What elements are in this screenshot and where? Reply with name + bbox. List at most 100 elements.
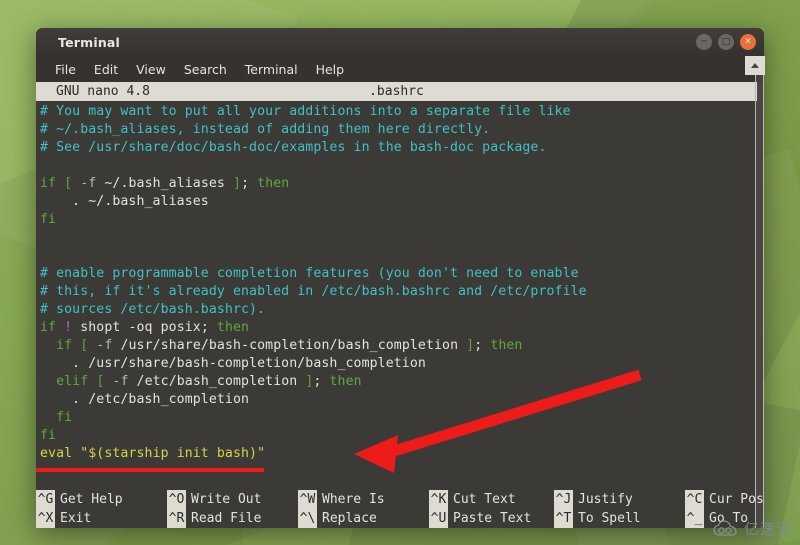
close-icon: ✕ bbox=[744, 36, 752, 47]
shortcut-row-2: ^X Exit ^R Read File ^\ Replace ^U Paste Text ^T… bbox=[36, 509, 757, 528]
code-token: # this, if it's already enabled in /etc/… bbox=[40, 284, 587, 299]
shortcut-item[interactable]: ^U Paste Text bbox=[429, 509, 554, 528]
code-token: "$(starship init bash)" bbox=[80, 446, 266, 461]
code-token: if bbox=[40, 176, 57, 191]
shortcut-label: Justify bbox=[578, 492, 633, 507]
code-token: if bbox=[40, 320, 57, 335]
code-token: /etc/bash_completion bbox=[128, 374, 306, 389]
window-titlebar[interactable]: Terminal ─ □ ✕ bbox=[36, 28, 764, 56]
close-button[interactable]: ✕ bbox=[740, 34, 756, 50]
code-token: . /usr/share/bash-completion/bash_comple… bbox=[40, 356, 426, 371]
window-controls: ─ □ ✕ bbox=[696, 34, 756, 50]
shortcut-label: Read File bbox=[191, 511, 262, 526]
minimize-icon: ─ bbox=[701, 36, 707, 47]
shortcut-label: Replace bbox=[322, 511, 377, 526]
editor-line: fi bbox=[36, 211, 764, 229]
code-token: fi bbox=[40, 212, 57, 227]
shortcut-item[interactable]: ^O Write Out bbox=[167, 490, 298, 509]
menu-item-edit[interactable]: Edit bbox=[85, 59, 127, 80]
code-token: then bbox=[329, 374, 362, 389]
editor-line: # See /usr/share/doc/bash-doc/examples i… bbox=[36, 139, 764, 157]
code-token: -f bbox=[96, 338, 113, 353]
code-token: ~/.bash_aliases bbox=[96, 176, 234, 191]
menu-item-help[interactable]: Help bbox=[307, 59, 354, 80]
shortcut-item[interactable]: ^\ Replace bbox=[298, 509, 429, 528]
editor-line: if ! shopt -oq posix; then bbox=[36, 319, 764, 337]
shortcut-item[interactable]: ^W Where Is bbox=[298, 490, 429, 509]
shortcut-item[interactable]: ^T To Spell bbox=[554, 509, 685, 528]
shortcut-key: ^J bbox=[554, 490, 573, 509]
code-token: # You may want to put all your additions… bbox=[40, 104, 571, 119]
minimize-button[interactable]: ─ bbox=[696, 34, 712, 50]
shortcut-label: To Spell bbox=[578, 511, 641, 526]
code-token: . ~/.bash_aliases bbox=[40, 194, 209, 209]
shortcut-item[interactable]: ^J Justify bbox=[554, 490, 685, 509]
editor-line: . ~/.bash_aliases bbox=[36, 193, 764, 211]
code-token: # enable programmable completion feature… bbox=[40, 266, 579, 281]
code-token: fi bbox=[56, 410, 73, 425]
code-token: # See /usr/share/doc/bash-doc/examples i… bbox=[40, 140, 547, 155]
menu-bar: File Edit View Search Terminal Help bbox=[36, 56, 764, 82]
code-token: . /etc/bash_completion bbox=[40, 392, 250, 407]
code-token: fi bbox=[40, 428, 57, 443]
shortcut-item[interactable]: ^X Exit bbox=[36, 509, 167, 528]
code-token: ] bbox=[466, 338, 475, 353]
editor-line: elif [ -f /etc/bash_completion ]; then bbox=[36, 373, 764, 391]
code-token: shopt -oq posix; bbox=[72, 320, 217, 335]
menu-item-view[interactable]: View bbox=[127, 59, 175, 80]
editor-line: fi bbox=[36, 409, 764, 427]
cloud-icon bbox=[713, 519, 737, 536]
shortcut-label: Cut Text bbox=[453, 492, 516, 507]
code-token: then bbox=[490, 338, 523, 353]
code-token: then bbox=[257, 176, 290, 191]
code-token: ] bbox=[233, 176, 242, 191]
menu-item-terminal[interactable]: Terminal bbox=[236, 59, 307, 80]
editor-line: # enable programmable completion feature… bbox=[36, 265, 764, 283]
code-token: [ bbox=[64, 176, 73, 191]
nano-text-area[interactable]: # You may want to put all your additions… bbox=[36, 101, 764, 490]
shortcut-key: ^W bbox=[298, 490, 317, 509]
editor-line: # ~/.bash_aliases, instead of adding the… bbox=[36, 121, 764, 139]
maximize-icon: □ bbox=[721, 36, 731, 47]
shortcut-key: ^U bbox=[429, 509, 448, 528]
editor-line: if [ -f /usr/share/bash-completion/bash_… bbox=[36, 337, 764, 355]
editor-line: # sources /etc/bash.bashrc). bbox=[36, 301, 764, 319]
scrollbar-track[interactable] bbox=[755, 56, 764, 528]
shortcut-item[interactable]: ^K Cut Text bbox=[429, 490, 554, 509]
shortcut-label: Write Out bbox=[191, 492, 262, 507]
shortcut-item[interactable]: ^C Cur Pos bbox=[685, 490, 800, 509]
nano-shortcut-bar: ^G Get Help ^O Write Out ^W Where Is ^K Cut Tex… bbox=[36, 490, 764, 528]
editor-line: . /usr/share/bash-completion/bash_comple… bbox=[36, 355, 764, 373]
editor-line: # this, if it's already enabled in /etc/… bbox=[36, 283, 764, 301]
nano-editor: GNU nano 4.8 .bashrc # You may want to p… bbox=[36, 82, 764, 528]
terminal-window: Terminal ─ □ ✕ File Edit View Search Ter… bbox=[36, 28, 765, 528]
shortcut-key: ^\ bbox=[298, 509, 317, 528]
code-token: ! bbox=[64, 320, 73, 335]
maximize-button[interactable]: □ bbox=[718, 34, 734, 50]
shortcut-item[interactable]: ^G Get Help bbox=[36, 490, 167, 509]
chevron-up-icon bbox=[751, 63, 759, 68]
code-token: /usr/share/bash-completion/bash_completi… bbox=[112, 338, 467, 353]
shortcut-label: Exit bbox=[60, 511, 92, 526]
code-token: -f bbox=[80, 176, 97, 191]
shortcut-item[interactable]: ^R Read File bbox=[167, 509, 298, 528]
menu-item-file[interactable]: File bbox=[46, 59, 85, 80]
menu-item-search[interactable]: Search bbox=[175, 59, 236, 80]
scrollbar-up-button[interactable] bbox=[745, 56, 765, 75]
shortcut-label: Where Is bbox=[322, 492, 385, 507]
code-token: eval bbox=[40, 446, 73, 461]
editor-line: fi bbox=[36, 427, 764, 445]
code-token: -f bbox=[112, 374, 129, 389]
shortcut-label: Paste Text bbox=[453, 511, 532, 526]
shortcut-key: ^K bbox=[429, 490, 448, 509]
watermark-text: 亿速云 bbox=[743, 520, 792, 538]
watermark: 亿速云 bbox=[713, 518, 792, 539]
